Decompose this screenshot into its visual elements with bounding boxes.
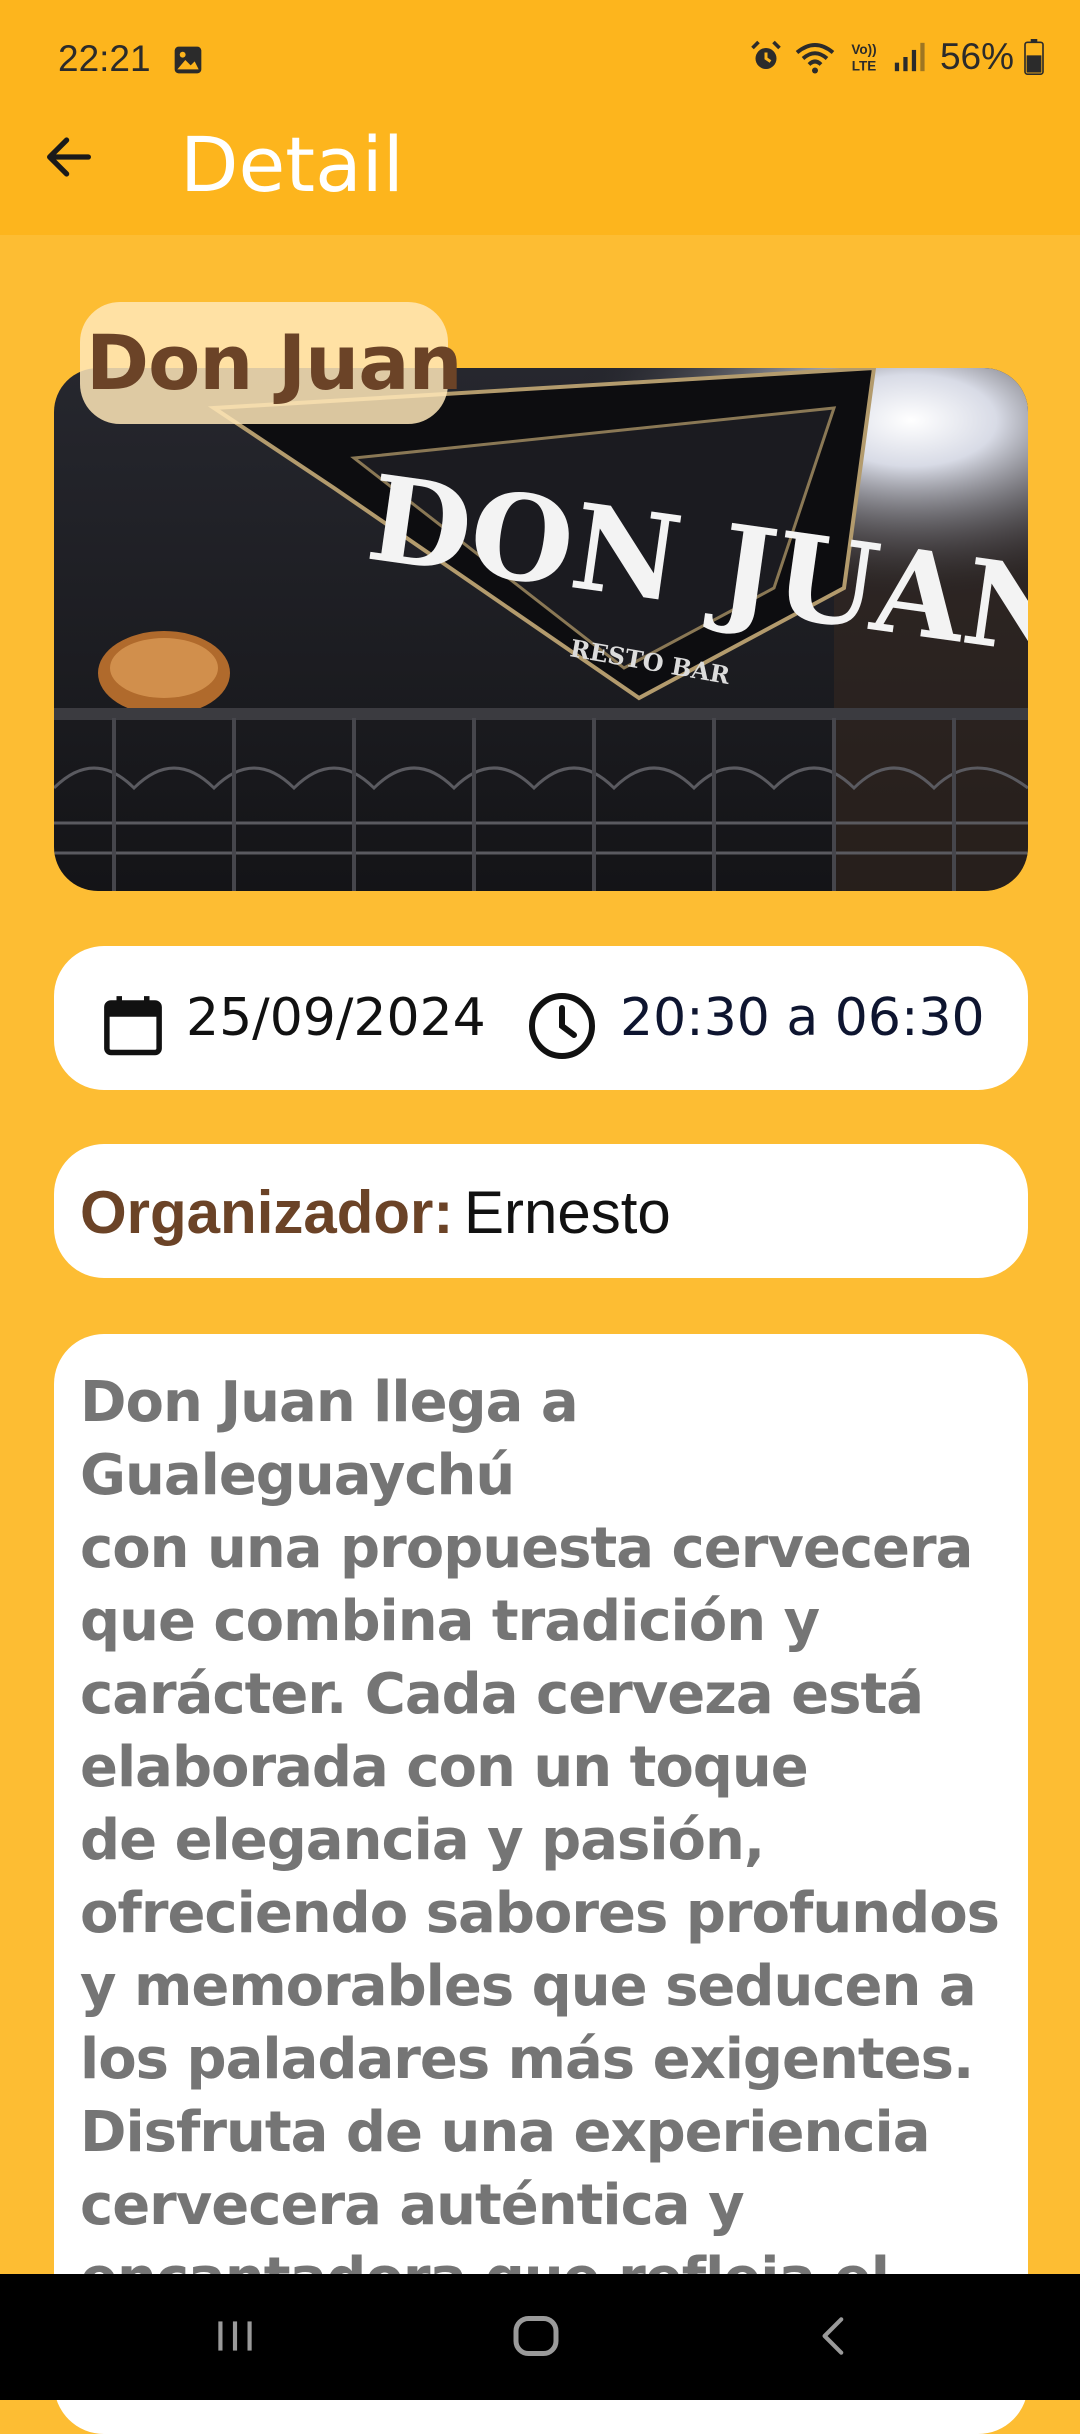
- clock-icon: [529, 993, 595, 1059]
- description-card[interactable]: Don Juan llega a Gualeguaychú con una pr…: [54, 1334, 1028, 2434]
- signal-icon: [894, 42, 925, 72]
- organizer-card: Organizador: Ernesto: [54, 1144, 1028, 1278]
- home-icon[interactable]: [506, 2306, 566, 2366]
- organizer-name: Ernesto: [464, 1179, 671, 1246]
- status-time: 22:21: [58, 38, 151, 79]
- calendar-icon: [104, 996, 162, 1056]
- system-nav-bar: [0, 2274, 1080, 2400]
- back-icon[interactable]: [810, 2306, 860, 2366]
- battery-icon: [1024, 39, 1044, 75]
- status-bar: 22:21 Vo)) LTE 56%: [0, 0, 1080, 120]
- arrow-left-icon[interactable]: [40, 128, 98, 186]
- svg-text:LTE: LTE: [852, 59, 877, 74]
- page-title: Detail: [180, 120, 404, 209]
- organizer-label: Organizador:: [80, 1179, 454, 1246]
- alarm-icon: [751, 40, 781, 69]
- svg-text:Vo)): Vo)): [851, 42, 876, 57]
- recents-icon[interactable]: [210, 2306, 260, 2366]
- event-date: 25/09/2024: [186, 988, 486, 1048]
- event-image: DON JUAN RESTO BAR: [54, 368, 1028, 891]
- date-time-card: 25/09/2024 20:30 a 06:30: [54, 946, 1028, 1090]
- event-hours: 20:30 a 06:30: [620, 988, 985, 1048]
- volte-icon: Vo)) LTE: [851, 42, 877, 74]
- event-name: Don Juan: [86, 318, 463, 407]
- app-bar: 22:21 Vo)) LTE 56% Detail: [0, 0, 1080, 235]
- gallery-icon: [174, 46, 202, 74]
- wifi-icon: [795, 43, 835, 74]
- event-description: Don Juan llega a Gualeguaychú con una pr…: [80, 1370, 1000, 2384]
- battery-percent: 56%: [939, 36, 1014, 77]
- status-icons: Vo)) LTE 56%: [748, 36, 1044, 78]
